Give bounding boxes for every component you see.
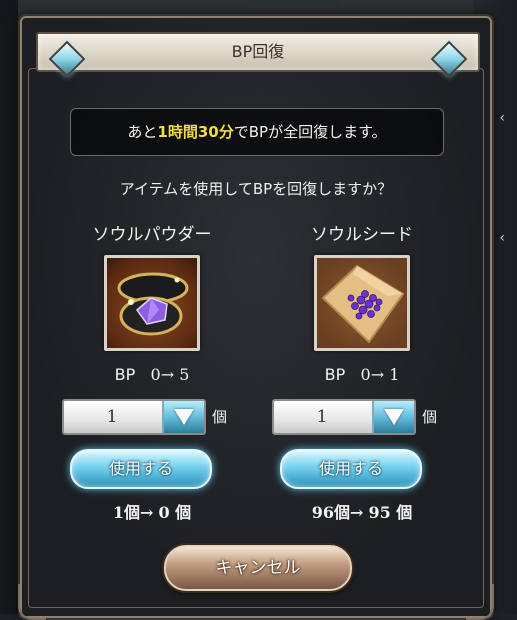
bp-change-line: BP 0→ 5 (62, 365, 242, 387)
triangle-down-icon (174, 409, 194, 425)
quantity-select[interactable]: 1 (272, 399, 416, 435)
quantity-row: 1 個 (272, 399, 452, 435)
dialog-title: BP回復 (231, 42, 285, 61)
dialog-title-bar: BP回復 (36, 32, 480, 78)
soul-seed-icon (314, 255, 410, 351)
count-after: 0 個 (158, 503, 192, 522)
bp-label: BP (324, 365, 346, 384)
bp-label: BP (114, 365, 136, 384)
soul-powder-icon (104, 255, 200, 351)
quantity-row: 1 個 (62, 399, 242, 435)
count-before: 1個→ (112, 503, 154, 522)
recovery-time: 1時間30分 (157, 123, 234, 141)
use-button-wrap: 使用する (272, 449, 452, 489)
quantity-dropdown-button[interactable] (372, 401, 414, 433)
bp-recovery-dialog: BP回復 あと1時間30分でBPが全回復します。 アイテムを使用してBPを回復し… (18, 16, 494, 620)
cancel-button[interactable]: キャンセル (164, 545, 352, 591)
quantity-dropdown-button[interactable] (162, 401, 204, 433)
arrow-left-icon: ‹ (499, 230, 505, 246)
quantity-unit: 個 (212, 408, 228, 426)
recovery-time-box: あと1時間30分でBPが全回復します。 (70, 108, 444, 156)
quantity-value: 1 (316, 407, 328, 427)
quantity-unit: 個 (422, 408, 438, 426)
info-suffix: でBPが全回復します。 (233, 123, 387, 141)
item-name: ソウルシード (311, 225, 413, 245)
bp-change: 0→ 5 (150, 365, 190, 384)
triangle-down-icon (384, 409, 404, 425)
frame-ornament (466, 584, 494, 620)
background-tab (250, 0, 340, 12)
bp-change-line: BP 0→ 1 (272, 365, 452, 387)
bp-change: 0→ 1 (360, 365, 400, 384)
count-before: 96個→ (311, 503, 364, 522)
use-soul-powder-button[interactable]: 使用する (70, 449, 212, 489)
item-column-soul-seed: ソウルシード BP 0→ 1 1 個 使用する 96個→ 95 個 (272, 223, 452, 523)
arrow-left-icon: ‹ (499, 110, 505, 126)
frame-ornament (18, 584, 46, 620)
item-column-soul-powder: ソウルパウダー BP 0→ 5 1 個 使用する 1個→ 0 個 (62, 223, 242, 523)
info-prefix: あと (127, 123, 158, 141)
item-name: ソウルパウダー (92, 225, 212, 245)
quantity-value: 1 (106, 407, 118, 427)
quantity-select[interactable]: 1 (62, 399, 206, 435)
use-item-question: アイテムを使用してBPを回復しますか？ (119, 180, 393, 198)
left-sidebar (0, 0, 19, 614)
count-after: 95 個 (368, 503, 413, 522)
use-button-wrap: 使用する (62, 449, 242, 489)
item-count-change: 96個→ 95 個 (272, 499, 452, 523)
item-count-change: 1個→ 0 個 (62, 499, 242, 523)
use-soul-seed-button[interactable]: 使用する (280, 449, 422, 489)
